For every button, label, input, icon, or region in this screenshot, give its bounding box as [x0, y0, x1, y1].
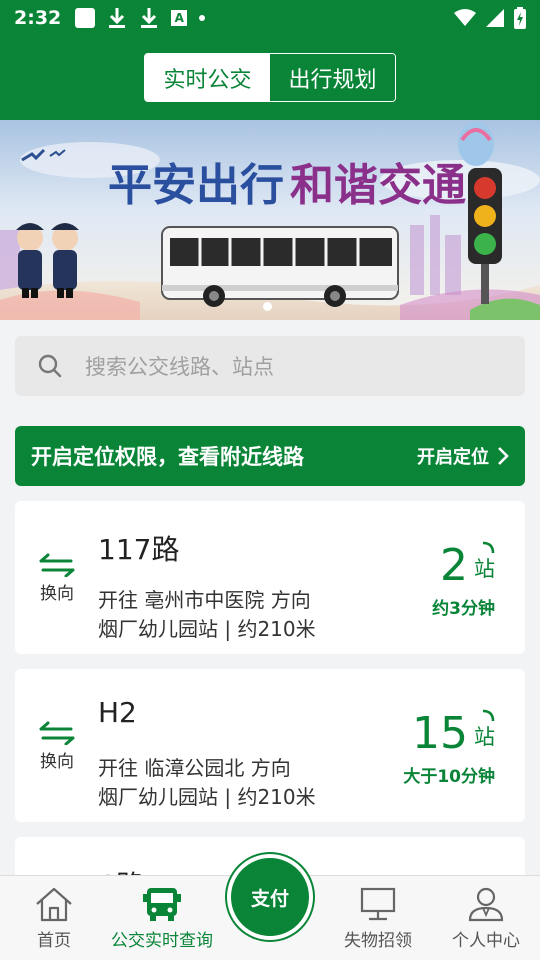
route-name: 117路	[98, 533, 180, 566]
notification-square-icon	[75, 8, 96, 28]
location-prompt[interactable]: 开启定位权限，查看附近线路 开启定位	[15, 426, 525, 486]
location-prompt-message: 开启定位权限，查看附近线路	[31, 445, 304, 469]
search-icon	[38, 354, 62, 378]
chevron-right-icon	[498, 447, 509, 465]
promo-banner[interactable]: 平安出行 和谐交通	[0, 120, 540, 320]
wifi-icon	[454, 9, 476, 26]
status-bar: 2:32 A	[0, 0, 540, 36]
app-header: 实时公交 出行规划	[0, 36, 540, 120]
monitor-icon	[360, 887, 396, 921]
nav-bus-realtime-label: 公交实时查询	[111, 931, 213, 951]
arrival-eta: 约3分钟	[432, 599, 495, 619]
stops-away: 2	[440, 540, 468, 591]
banner-page-indicator	[263, 302, 272, 311]
route-name: H2	[98, 696, 137, 729]
swap-arrows-icon	[39, 553, 75, 577]
banner-illustration: 平安出行 和谐交通	[0, 122, 540, 320]
pay-button[interactable]: 支付	[227, 854, 313, 940]
nav-home[interactable]: 首页	[24, 876, 84, 960]
nav-home-label: 首页	[37, 931, 71, 951]
route-direction: 开往 临漳公园北 方向	[98, 756, 291, 780]
swap-direction-label: 换向	[40, 584, 74, 604]
route-nearest-stop: 烟厂幼儿园站 | 约210米	[98, 785, 316, 809]
route-card[interactable]: 换向 H2 开往 临漳公园北 方向 烟厂幼儿园站 | 约210米 15 站 大于1…	[15, 669, 525, 822]
arrival-info: 15 站 大于10分钟	[403, 708, 495, 788]
banner-slogan-right: 和谐交通	[290, 160, 466, 211]
user-icon	[468, 887, 504, 922]
nav-profile[interactable]: 个人中心	[446, 876, 526, 960]
status-time: 2:32	[14, 7, 62, 29]
nav-profile-label: 个人中心	[452, 931, 520, 951]
route-nearest-stop: 烟厂幼儿园站 | 约210米	[98, 617, 316, 641]
swap-direction-label: 换向	[40, 752, 74, 772]
search-placeholder: 搜索公交线路、站点	[85, 355, 274, 379]
nav-lost-found-label: 失物招领	[344, 931, 412, 951]
stops-unit: 站	[474, 725, 495, 749]
bus-icon	[143, 888, 181, 921]
a-notification-icon: A	[171, 10, 188, 26]
signal-icon	[486, 9, 504, 27]
route-card[interactable]: 换向 117路 开往 亳州市中医院 方向 烟厂幼儿园站 | 约210米 2站 约…	[15, 501, 525, 654]
arrival-eta: 大于10分钟	[403, 767, 495, 787]
swap-direction-button[interactable]: 换向	[35, 721, 79, 772]
stops-away: 15	[412, 708, 468, 759]
download-icon	[139, 7, 159, 29]
mode-tabs: 实时公交 出行规划	[144, 53, 396, 102]
stops-unit: 站	[474, 557, 495, 581]
nav-lost-found[interactable]: 失物招领	[336, 876, 420, 960]
battery-icon	[514, 7, 526, 29]
enable-location-button[interactable]: 开启定位	[417, 443, 509, 469]
home-icon	[36, 887, 72, 922]
enable-location-label: 开启定位	[417, 447, 489, 468]
banner-slogan-left: 平安出行	[108, 160, 284, 211]
tab-trip-planning[interactable]: 出行规划	[270, 54, 395, 101]
tab-realtime-bus[interactable]: 实时公交	[145, 54, 270, 101]
more-notifications-dot-icon	[199, 15, 206, 21]
route-direction: 开往 亳州市中医院 方向	[98, 588, 311, 612]
download-icon	[107, 7, 127, 29]
swap-arrows-icon	[39, 721, 75, 745]
arrival-info: 2站 约3分钟	[432, 540, 495, 620]
swap-direction-button[interactable]: 换向	[35, 553, 79, 604]
nav-bus-realtime[interactable]: 公交实时查询	[104, 876, 220, 960]
search-bar[interactable]: 搜索公交线路、站点	[15, 336, 525, 396]
